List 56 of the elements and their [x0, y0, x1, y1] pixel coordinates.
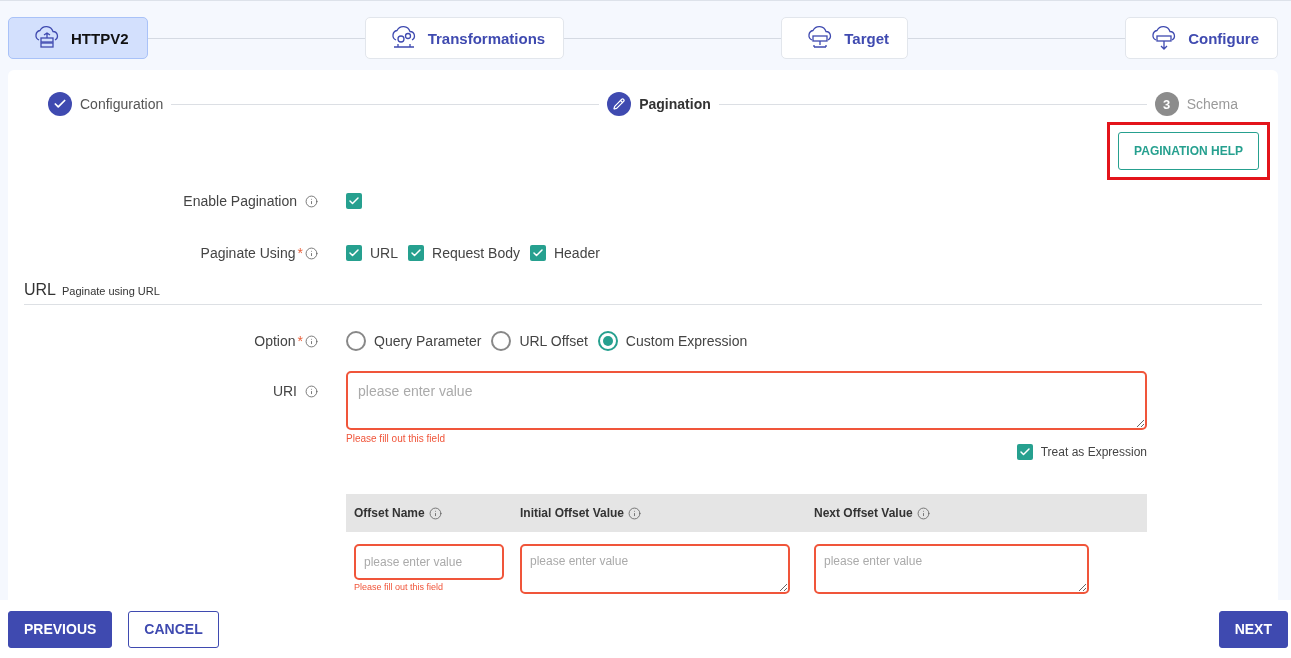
column-header: Initial Offset Value	[520, 506, 625, 520]
column-header: Next Offset Value	[814, 506, 913, 520]
required-mark: *	[297, 333, 303, 349]
check-icon	[348, 247, 360, 259]
column-header: Offset Name	[354, 506, 425, 520]
check-icon	[531, 247, 544, 259]
pipeline-stage-button[interactable]: Configure	[1125, 17, 1278, 59]
info-icon	[305, 334, 318, 348]
offset-name-field[interactable]: please enter value	[354, 544, 504, 580]
uri-field[interactable]: please enter value	[346, 371, 1147, 430]
pipeline-stage-button[interactable]: HTTPV2	[8, 17, 148, 59]
info-icon	[305, 384, 318, 398]
previous-button[interactable]: PREVIOUS	[8, 610, 113, 648]
info-icon	[428, 506, 442, 520]
offset-value-field[interactable]: please enter value	[520, 544, 790, 594]
check-icon	[1018, 446, 1031, 458]
section-title: URL	[24, 281, 56, 299]
cloud-gears-icon	[389, 25, 418, 51]
radio-label: Query Parameter	[374, 333, 482, 349]
checkbox-label: Treat as Expression	[1040, 445, 1147, 459]
checkbox[interactable]	[529, 245, 546, 261]
error-message: Please fill out this field	[354, 582, 444, 592]
cloud-server-icon	[33, 25, 61, 51]
info-icon	[628, 506, 642, 520]
checkbox[interactable]	[1016, 444, 1033, 460]
radio-button[interactable]	[491, 331, 512, 351]
field-label: URI	[272, 383, 297, 399]
step-number: 3	[1154, 92, 1179, 116]
pipeline-stage-button[interactable]: Transformations	[364, 17, 565, 59]
radio-label: URL Offset	[519, 333, 588, 349]
checkbox[interactable]	[346, 245, 362, 261]
next-button[interactable]: NEXT	[1218, 610, 1288, 648]
checkbox[interactable]	[346, 193, 362, 209]
offset-value-field[interactable]: please enter value	[814, 544, 1089, 594]
section-subtitle: Paginate using URL	[62, 285, 160, 297]
checkbox-label: URL	[370, 245, 398, 261]
checkbox-label: Request Body	[432, 245, 520, 261]
field-label: Paginate Using	[200, 245, 296, 261]
info-icon	[305, 194, 318, 208]
step-label[interactable]: Pagination	[639, 96, 711, 112]
field-label: Option	[254, 333, 296, 349]
checkbox[interactable]	[408, 245, 424, 261]
step-label[interactable]: Configuration	[80, 96, 164, 112]
radio-button[interactable]	[346, 331, 366, 351]
checkbox-label: Header	[553, 245, 600, 261]
cancel-button[interactable]: CANCEL	[128, 610, 219, 648]
required-mark: *	[297, 245, 303, 261]
radio-label: Custom Expression	[625, 333, 748, 349]
error-message: Please fill out this field	[346, 433, 445, 444]
info-icon	[916, 506, 930, 520]
check-icon	[410, 247, 422, 259]
radio-button[interactable]	[597, 331, 618, 351]
info-icon	[305, 246, 318, 260]
field-label: Enable Pagination	[183, 193, 297, 209]
pipeline-stage-button[interactable]: Target	[781, 17, 909, 59]
check-icon	[348, 195, 360, 207]
